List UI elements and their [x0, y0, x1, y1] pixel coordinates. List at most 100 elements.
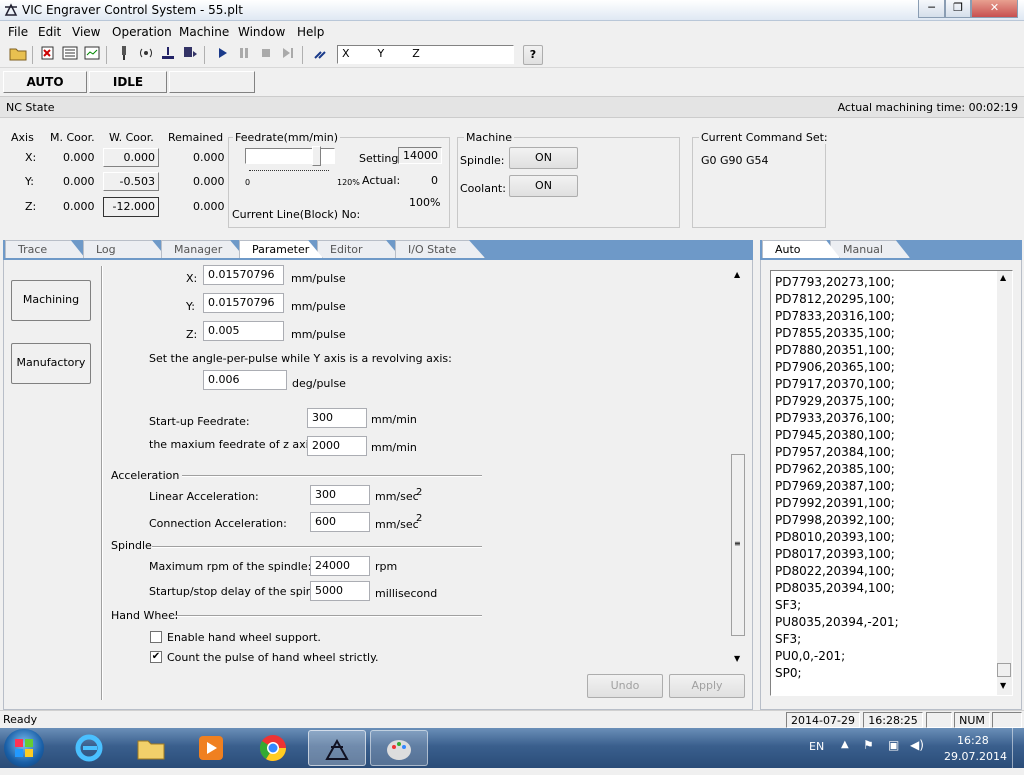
minimize-button[interactable]: ─ — [918, 0, 945, 18]
apply-button[interactable]: Apply — [669, 674, 745, 698]
network-icon[interactable]: ▣ — [888, 738, 899, 752]
menu-window[interactable]: Window — [234, 25, 289, 39]
angle-input[interactable]: 0.006 — [203, 370, 287, 390]
code-line[interactable]: PD7855,20335,100; — [771, 325, 1012, 342]
tab-auto[interactable]: Auto — [762, 240, 840, 258]
scroll-thumb[interactable]: ≡ — [731, 454, 745, 636]
clock-time[interactable]: 16:28 — [957, 734, 989, 747]
code-line[interactable]: PD7917,20370,100; — [771, 376, 1012, 393]
code-scrollbar[interactable]: ▲ ▼ — [997, 271, 1012, 695]
tab-editor[interactable]: Editor — [317, 240, 401, 258]
max-rpm-input[interactable]: 24000 — [310, 556, 370, 576]
axis-x-wcoor[interactable]: 0.000 — [103, 148, 159, 167]
manufactory-button[interactable]: Manufactory — [11, 343, 91, 384]
stop-icon[interactable] — [256, 45, 276, 65]
volume-icon[interactable]: ◀) — [910, 738, 924, 752]
tab-log[interactable]: Log — [83, 240, 167, 258]
linear-accel-input[interactable]: 300 — [310, 485, 370, 505]
code-line[interactable]: SF3; — [771, 631, 1012, 648]
menu-help[interactable]: Help — [293, 25, 328, 39]
spindle-icon[interactable] — [114, 45, 134, 65]
code-scroll-down-icon[interactable]: ▼ — [1000, 681, 1006, 690]
help-button[interactable]: ? — [523, 45, 543, 65]
code-line[interactable]: PD7929,20375,100; — [771, 393, 1012, 410]
code-line[interactable]: PD8035,20394,100; — [771, 580, 1012, 597]
code-line[interactable]: PD7945,20380,100; — [771, 427, 1012, 444]
undo-button[interactable]: Undo — [587, 674, 663, 698]
code-line[interactable]: PD7962,20385,100; — [771, 461, 1012, 478]
code-line[interactable]: PD7933,20376,100; — [771, 410, 1012, 427]
pause-icon[interactable] — [234, 45, 254, 65]
code-line[interactable]: PD7812,20295,100; — [771, 291, 1012, 308]
tab-manual[interactable]: Manual — [830, 240, 910, 258]
code-line[interactable]: PD8010,20393,100; — [771, 529, 1012, 546]
startup-feedrate-input[interactable]: 300 — [307, 408, 367, 428]
connection-accel-input[interactable]: 600 — [310, 512, 370, 532]
tool-icon[interactable] — [310, 45, 330, 65]
internet-explorer-icon[interactable] — [62, 730, 116, 766]
machining-button[interactable]: Machining — [11, 280, 91, 321]
list-icon[interactable] — [60, 45, 80, 65]
preview-icon[interactable] — [82, 45, 102, 65]
close-button[interactable]: ✕ — [971, 0, 1018, 18]
paint-task[interactable] — [370, 730, 428, 766]
max-z-feedrate-input[interactable]: 2000 — [307, 436, 367, 456]
step-icon[interactable] — [278, 45, 298, 65]
show-desktop-button[interactable] — [1012, 728, 1024, 768]
code-line[interactable]: PD7906,20365,100; — [771, 359, 1012, 376]
code-line[interactable]: PD8017,20393,100; — [771, 546, 1012, 563]
feedrate-slider-thumb[interactable] — [312, 146, 321, 166]
media-player-icon[interactable] — [184, 730, 238, 766]
scroll-up-icon[interactable]: ▲ — [734, 270, 740, 279]
show-hidden-icons-icon[interactable]: ▲ — [841, 739, 849, 750]
axis-z-wcoor[interactable]: -12.000 — [103, 197, 159, 217]
tab-manager[interactable]: Manager — [161, 240, 245, 258]
start-button[interactable] — [4, 729, 44, 767]
code-line[interactable]: PD7833,20316,100; — [771, 308, 1012, 325]
spindle-delay-input[interactable]: 5000 — [310, 581, 370, 601]
coolant-button[interactable]: ON — [509, 175, 578, 197]
code-line[interactable]: PU8035,20394,-201; — [771, 614, 1012, 631]
menu-file[interactable]: File — [4, 25, 32, 39]
menu-operation[interactable]: Operation — [108, 25, 176, 39]
play-icon[interactable] — [212, 45, 232, 65]
tab-trace[interactable]: Trace — [5, 240, 85, 258]
code-line[interactable]: PD7880,20351,100; — [771, 342, 1012, 359]
signal-icon[interactable] — [136, 45, 156, 65]
language-indicator[interactable]: EN — [809, 740, 824, 753]
menu-view[interactable]: View — [68, 25, 104, 39]
parameter-scrollbar[interactable]: ▲ ≡ ▼ — [731, 270, 746, 666]
code-line[interactable]: SF3; — [771, 597, 1012, 614]
tab-parameter[interactable]: Parameter — [239, 240, 323, 258]
clock-date[interactable]: 29.07.2014 — [944, 750, 1007, 763]
open-icon[interactable] — [8, 45, 28, 65]
spindle-button[interactable]: ON — [509, 147, 578, 169]
code-line[interactable]: PD7998,20392,100; — [771, 512, 1012, 529]
file-explorer-icon[interactable] — [124, 730, 178, 766]
code-line[interactable]: SP0; — [771, 665, 1012, 682]
axis-y-wcoor[interactable]: -0.503 — [103, 172, 159, 191]
feedrate-slider-track[interactable] — [245, 146, 335, 166]
engraver-app-task[interactable] — [308, 730, 366, 766]
action-center-flag-icon[interactable]: ⚑ — [863, 738, 874, 752]
code-line[interactable]: PD7793,20273,100; — [771, 274, 1012, 291]
maximize-button[interactable]: ❐ — [945, 0, 971, 18]
code-line[interactable]: PU0,0,-201; — [771, 648, 1012, 665]
z-pulse-input[interactable]: 0.005 — [203, 321, 284, 341]
enable-handwheel-checkbox[interactable] — [150, 631, 162, 643]
code-line[interactable]: PD8022,20394,100; — [771, 563, 1012, 580]
y-pulse-input[interactable]: 0.01570796 — [203, 293, 284, 313]
code-scroll-thumb[interactable] — [997, 663, 1011, 677]
delete-icon[interactable] — [38, 45, 58, 65]
menu-edit[interactable]: Edit — [34, 25, 65, 39]
code-line[interactable]: PD7957,20384,100; — [771, 444, 1012, 461]
chrome-icon[interactable] — [246, 730, 300, 766]
x-pulse-input[interactable]: 0.01570796 — [203, 265, 284, 285]
code-line[interactable]: PD7969,20387,100; — [771, 478, 1012, 495]
home-icon[interactable] — [158, 45, 178, 65]
code-line[interactable]: PD7992,20391,100; — [771, 495, 1012, 512]
count-pulse-checkbox[interactable]: ✔ — [150, 651, 162, 663]
tab-io-state[interactable]: I/O State — [395, 240, 485, 258]
menu-machine[interactable]: Machine — [175, 25, 233, 39]
download-icon[interactable] — [180, 45, 200, 65]
